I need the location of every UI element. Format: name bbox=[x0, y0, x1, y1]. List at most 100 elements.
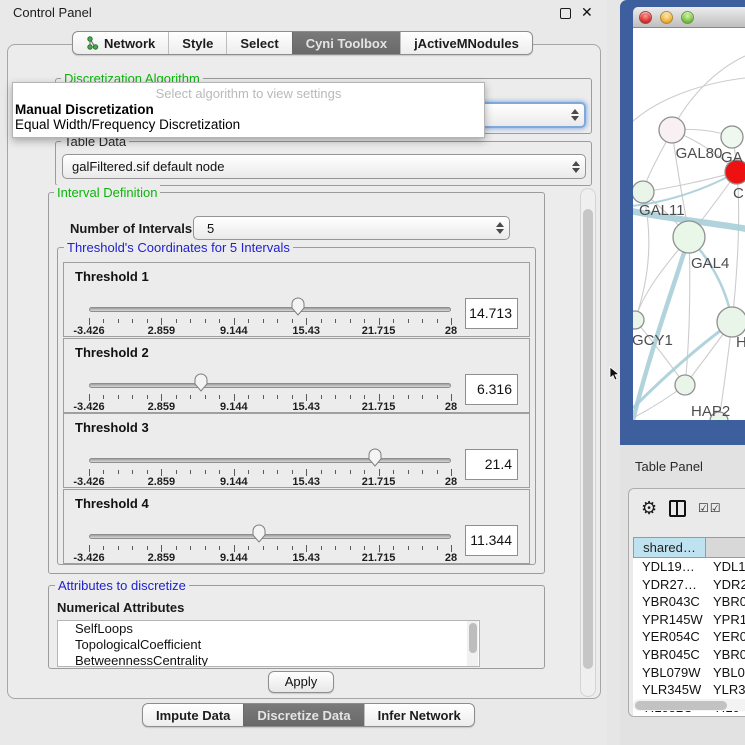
network-node-gal11 bbox=[633, 181, 654, 203]
tick-mark bbox=[335, 395, 336, 399]
control-panel-titlebar: Control Panel ✕ bbox=[0, 0, 607, 26]
tick-mark bbox=[190, 470, 191, 474]
tick-mark bbox=[451, 545, 452, 552]
tick-mark bbox=[190, 395, 191, 399]
tab-network[interactable]: Network bbox=[73, 32, 168, 54]
threshold-1-slider-thumb[interactable] bbox=[290, 296, 306, 317]
tab-impute-data[interactable]: Impute Data bbox=[143, 704, 243, 726]
node-label: GAL4 bbox=[691, 255, 729, 272]
mouse-cursor-icon bbox=[609, 366, 620, 381]
table-hscrollbar-thumb[interactable] bbox=[635, 701, 727, 710]
tick-mark bbox=[306, 394, 307, 401]
table-row[interactable]: YDL19…YDL1 bbox=[633, 558, 745, 576]
tick-mark bbox=[248, 546, 249, 550]
node-label: GCY1 bbox=[633, 332, 673, 349]
tick-mark bbox=[437, 319, 438, 323]
algorithm-dropdown-popup: Select algorithm to view settings Manual… bbox=[12, 82, 485, 138]
attributes-scrollbar[interactable] bbox=[467, 621, 478, 666]
tab-infer-network[interactable]: Infer Network bbox=[364, 704, 474, 726]
number-of-intervals-combo[interactable]: 5 bbox=[193, 216, 510, 240]
slider-ticks bbox=[89, 317, 451, 325]
columns-icon[interactable] bbox=[669, 500, 686, 517]
network-canvas[interactable]: GAL80 GA C GAL11 GAL4 GCY1 H HAP2 bbox=[633, 28, 745, 420]
tab-style[interactable]: Style bbox=[168, 32, 226, 54]
attribute-list-item[interactable]: TopologicalCoefficient bbox=[58, 637, 479, 653]
numerical-attributes-list[interactable]: SelfLoopsTopologicalCoefficientBetweenne… bbox=[57, 620, 480, 667]
table-horizontal-scrollbar[interactable] bbox=[633, 699, 745, 711]
network-icon bbox=[86, 36, 99, 50]
table-cell: YBR0 bbox=[706, 593, 745, 611]
tick-mark bbox=[451, 318, 452, 325]
threshold-3-value-field[interactable]: 21.4 bbox=[465, 449, 518, 480]
threshold-4-value-field[interactable]: 11.344 bbox=[465, 525, 518, 556]
tab-discretize-data[interactable]: Discretize Data bbox=[243, 704, 363, 726]
threshold-3-slider-thumb[interactable] bbox=[367, 447, 383, 468]
table-row[interactable]: YER054CYER0 bbox=[633, 628, 745, 646]
threshold-1-value-field[interactable]: 14.713 bbox=[465, 298, 518, 329]
threshold-2-value-field[interactable]: 6.316 bbox=[465, 374, 518, 405]
tick-mark bbox=[103, 470, 104, 474]
control-panel-tabs: NetworkStyleSelect Cyni Toolbox jActiveMNo… bbox=[72, 31, 533, 55]
threshold-3-slider-track[interactable] bbox=[89, 458, 451, 463]
column-header-shared[interactable]: shared… bbox=[633, 537, 706, 558]
table-data-combo[interactable]: galFiltered.sif default node bbox=[62, 154, 586, 179]
table-row[interactable]: YBL079WYBL0 bbox=[633, 664, 745, 682]
zoom-traffic-light-icon[interactable] bbox=[681, 11, 694, 24]
tab-select[interactable]: Select bbox=[226, 32, 291, 54]
tick-mark bbox=[118, 395, 119, 399]
minimize-traffic-light-icon[interactable] bbox=[660, 11, 673, 24]
threshold-3-box: Threshold 3-3.4262.8599.14415.4321.71528… bbox=[63, 413, 530, 488]
threshold-label: Threshold 3 bbox=[75, 420, 149, 435]
threshold-1-slider-track[interactable] bbox=[89, 307, 451, 312]
tick-mark bbox=[393, 319, 394, 323]
table-row[interactable]: YLR345WYLR3 bbox=[633, 681, 745, 699]
threshold-2-slider-thumb[interactable] bbox=[193, 372, 209, 393]
scale-label: 15.43 bbox=[284, 401, 328, 413]
scale-label: -3.426 bbox=[67, 552, 111, 564]
tick-mark bbox=[350, 546, 351, 550]
tick-mark bbox=[335, 319, 336, 323]
float-window-icon[interactable] bbox=[560, 8, 571, 19]
tab-jactivemnodules[interactable]: jActiveMNodules bbox=[400, 32, 532, 54]
number-of-intervals-label: Number of Intervals bbox=[70, 221, 192, 236]
tick-mark bbox=[364, 319, 365, 323]
threshold-label: Threshold 2 bbox=[75, 345, 149, 360]
tick-mark bbox=[118, 319, 119, 323]
tick-mark bbox=[190, 546, 191, 550]
attribute-list-item[interactable]: BetweennessCentrality bbox=[58, 653, 479, 667]
panel-scrollbar-thumb[interactable] bbox=[583, 209, 593, 669]
panel-scrollbar[interactable] bbox=[580, 188, 596, 697]
cyni-bottom-tabs: Impute DataDiscretize DataInfer Network bbox=[142, 703, 475, 727]
table-row[interactable]: YDR27…YDR2 bbox=[633, 576, 745, 594]
table-cell: YER0 bbox=[706, 628, 745, 646]
column-header-name[interactable]: na bbox=[706, 537, 745, 558]
tab-cyni-toolbox[interactable]: Cyni Toolbox bbox=[292, 32, 400, 54]
tick-mark bbox=[263, 470, 264, 474]
table-data-combo-value: galFiltered.sif default node bbox=[72, 159, 224, 174]
checkboxes-icon[interactable]: ☑☑ bbox=[698, 501, 722, 515]
tick-mark bbox=[277, 319, 278, 323]
table-cell: YPR1 bbox=[706, 611, 745, 629]
scale-label: 2.859 bbox=[139, 476, 183, 488]
threshold-4-slider-thumb[interactable] bbox=[251, 523, 267, 544]
table-row[interactable]: YBR043CYBR0 bbox=[633, 593, 745, 611]
slider-ticks bbox=[89, 393, 451, 401]
network-view-window[interactable]: GAL80 GA C GAL11 GAL4 GCY1 H HAP2 bbox=[620, 0, 745, 445]
threshold-4-slider-track[interactable] bbox=[89, 534, 451, 539]
apply-button[interactable]: Apply bbox=[268, 671, 334, 693]
popup-item-equal-width-frequency[interactable]: Equal Width/Frequency Discretization bbox=[13, 117, 484, 132]
tick-mark bbox=[321, 470, 322, 474]
tab-label: Cyni Toolbox bbox=[306, 36, 387, 51]
popup-item-manual-discretization[interactable]: Manual Discretization bbox=[13, 102, 484, 117]
close-icon[interactable]: ✕ bbox=[581, 4, 593, 21]
attribute-list-item[interactable]: SelfLoops bbox=[58, 621, 479, 637]
tick-mark bbox=[379, 545, 380, 552]
close-traffic-light-icon[interactable] bbox=[639, 11, 652, 24]
table-row[interactable]: YBR045CYBR0 bbox=[633, 646, 745, 664]
table-row[interactable]: YPR145WYPR1 bbox=[633, 611, 745, 629]
attributes-scrollbar-thumb[interactable] bbox=[469, 623, 477, 653]
combo-stepper-icon bbox=[571, 104, 579, 126]
gear-icon[interactable]: ⚙ bbox=[641, 498, 657, 519]
threshold-2-slider-track[interactable] bbox=[89, 383, 451, 388]
tick-mark bbox=[234, 318, 235, 325]
